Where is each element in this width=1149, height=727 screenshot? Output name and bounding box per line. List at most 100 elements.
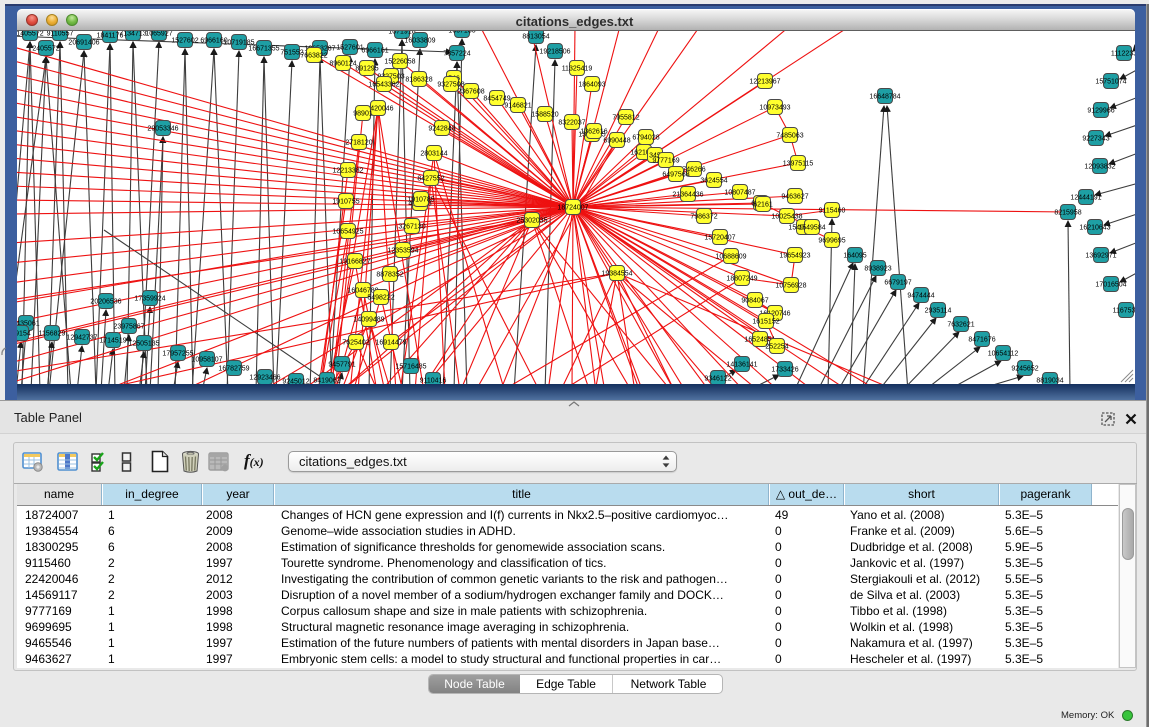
svg-text:7134713: 7134713 [119,31,146,38]
svg-text:6497568: 6497568 [662,172,689,179]
svg-text:18724007: 18724007 [557,205,588,212]
svg-text:23975867: 23975867 [113,324,144,331]
svg-text:3624554: 3624554 [700,178,727,185]
svg-text:8186328: 8186328 [405,77,432,84]
svg-text:12444191: 12444191 [1070,195,1101,202]
svg-text:6794028: 6794028 [632,135,659,142]
svg-text:19218506: 19218506 [539,49,570,56]
svg-text:8960124: 8960124 [329,61,356,68]
svg-text:19654923: 19654923 [779,253,810,260]
svg-text:16648784: 16648784 [869,94,900,101]
svg-text:7632621: 7632621 [947,322,974,329]
svg-text:10756928: 10756928 [775,283,806,290]
svg-text:8938923: 8938923 [864,266,891,273]
svg-text:21364436: 21364436 [672,192,703,199]
svg-text:1405572: 1405572 [17,31,44,38]
svg-text:16671355: 16671355 [248,46,279,53]
svg-text:16543382: 16543382 [368,82,399,89]
svg-text:7986372: 7986372 [690,214,717,221]
svg-text:1065927: 1065927 [145,31,172,38]
svg-text:7485063: 7485063 [776,133,803,140]
svg-text:891295: 891295 [355,66,378,73]
svg-text:19384554: 19384554 [601,271,632,278]
svg-text:10958107: 10958107 [191,357,222,364]
svg-text:2935114: 2935114 [925,308,952,315]
svg-text:5498222: 5498222 [367,295,394,302]
svg-text:12093832: 12093832 [1084,164,1115,171]
svg-text:1910785: 1910785 [407,197,434,204]
svg-text:8419062: 8419062 [313,378,340,385]
svg-text:10654112: 10654112 [988,351,1019,358]
svg-text:8819034: 8819034 [1036,378,1063,385]
svg-text:16914479: 16914479 [375,340,406,347]
svg-text:9474444: 9474444 [907,293,934,300]
svg-text:10654925: 10654925 [332,229,363,236]
svg-text:9242848: 9242848 [428,126,455,133]
svg-text:12505135: 12505135 [128,341,159,348]
svg-text:1667135: 1667135 [448,31,475,35]
svg-text:1112233: 1112233 [1111,51,1135,58]
svg-text:10688609: 10688609 [715,254,746,261]
svg-text:17957255: 17957255 [162,351,193,358]
svg-text:2367608: 2367608 [457,89,484,96]
svg-text:9346122: 9346122 [704,376,731,383]
svg-text:9115460: 9115460 [819,208,846,215]
svg-text:9245652: 9245652 [1011,366,1038,373]
svg-text:9146821: 9146821 [504,103,531,110]
svg-text:9110557: 9110557 [47,31,74,38]
svg-text:9227343: 9227343 [1082,136,1109,143]
svg-text:9129966: 9129966 [1087,108,1114,115]
svg-text:1527601: 1527601 [336,45,363,52]
svg-text:25302035: 25302035 [516,218,547,225]
svg-text:1733426: 1733426 [771,367,798,374]
svg-text:1864093: 1864093 [578,82,605,89]
svg-text:20691406: 20691406 [68,40,99,47]
svg-text:15716485: 15716485 [395,364,426,371]
svg-text:8215958: 8215958 [1054,210,1081,217]
svg-text:7955812: 7955812 [612,115,639,122]
svg-text:1071918: 1071918 [388,31,415,36]
svg-text:16210643: 16210643 [1079,225,1110,232]
svg-text:15226058: 15226058 [384,59,415,66]
svg-text:29053346: 29053346 [147,126,178,133]
svg-text:17359924: 17359924 [134,296,165,303]
svg-text:16782759: 16782759 [218,366,249,373]
svg-text:16033809: 16033809 [404,38,435,45]
svg-text:9110416: 9110416 [420,378,447,385]
svg-text:8454749: 8454749 [483,96,510,103]
svg-text:13692971: 13692971 [1085,253,1116,260]
svg-text:9327508: 9327508 [437,82,464,89]
svg-text:9463627: 9463627 [781,194,808,201]
svg-text:1549584: 1549584 [798,225,825,232]
svg-text:2405572: 2405572 [32,46,59,53]
svg-text:1527602: 1527602 [171,38,198,45]
svg-text:8813054: 8813054 [522,34,549,41]
svg-text:13975115: 13975115 [783,161,814,168]
svg-text:8322037: 8322037 [558,120,585,127]
svg-text:12213967: 12213967 [749,79,780,86]
svg-text:9084067: 9084067 [741,298,768,305]
svg-text:62161: 62161 [753,202,773,209]
svg-text:6679197: 6679197 [884,280,911,287]
svg-text:1615152: 1615152 [752,319,779,326]
svg-text:7663822: 7663822 [300,53,327,60]
svg-text:12942737: 12942737 [66,335,97,342]
svg-text:3267130: 3267130 [398,224,425,231]
svg-text:15751074: 15751074 [1095,79,1126,86]
svg-text:6990448: 6990448 [603,138,630,145]
svg-text:7857224: 7857224 [443,51,470,58]
svg-text:10807487: 10807487 [724,190,755,197]
svg-text:2803144: 2803144 [420,151,447,158]
svg-text:1167534: 1167534 [1113,308,1135,315]
svg-text:1910755: 1910755 [332,199,359,206]
svg-text:164095: 164095 [843,253,866,260]
svg-text:15720407: 15720407 [704,235,735,242]
svg-text:10973493: 10973493 [759,105,790,112]
svg-text:12923466: 12923466 [249,375,280,382]
svg-text:1156829: 1156829 [39,331,66,338]
svg-text:8427552: 8427552 [417,176,444,183]
svg-text:252254: 252254 [765,344,788,351]
svg-text:17016504: 17016504 [1095,282,1126,289]
svg-text:12353594: 12353594 [387,248,418,255]
svg-text:9457791: 9457791 [328,362,355,369]
